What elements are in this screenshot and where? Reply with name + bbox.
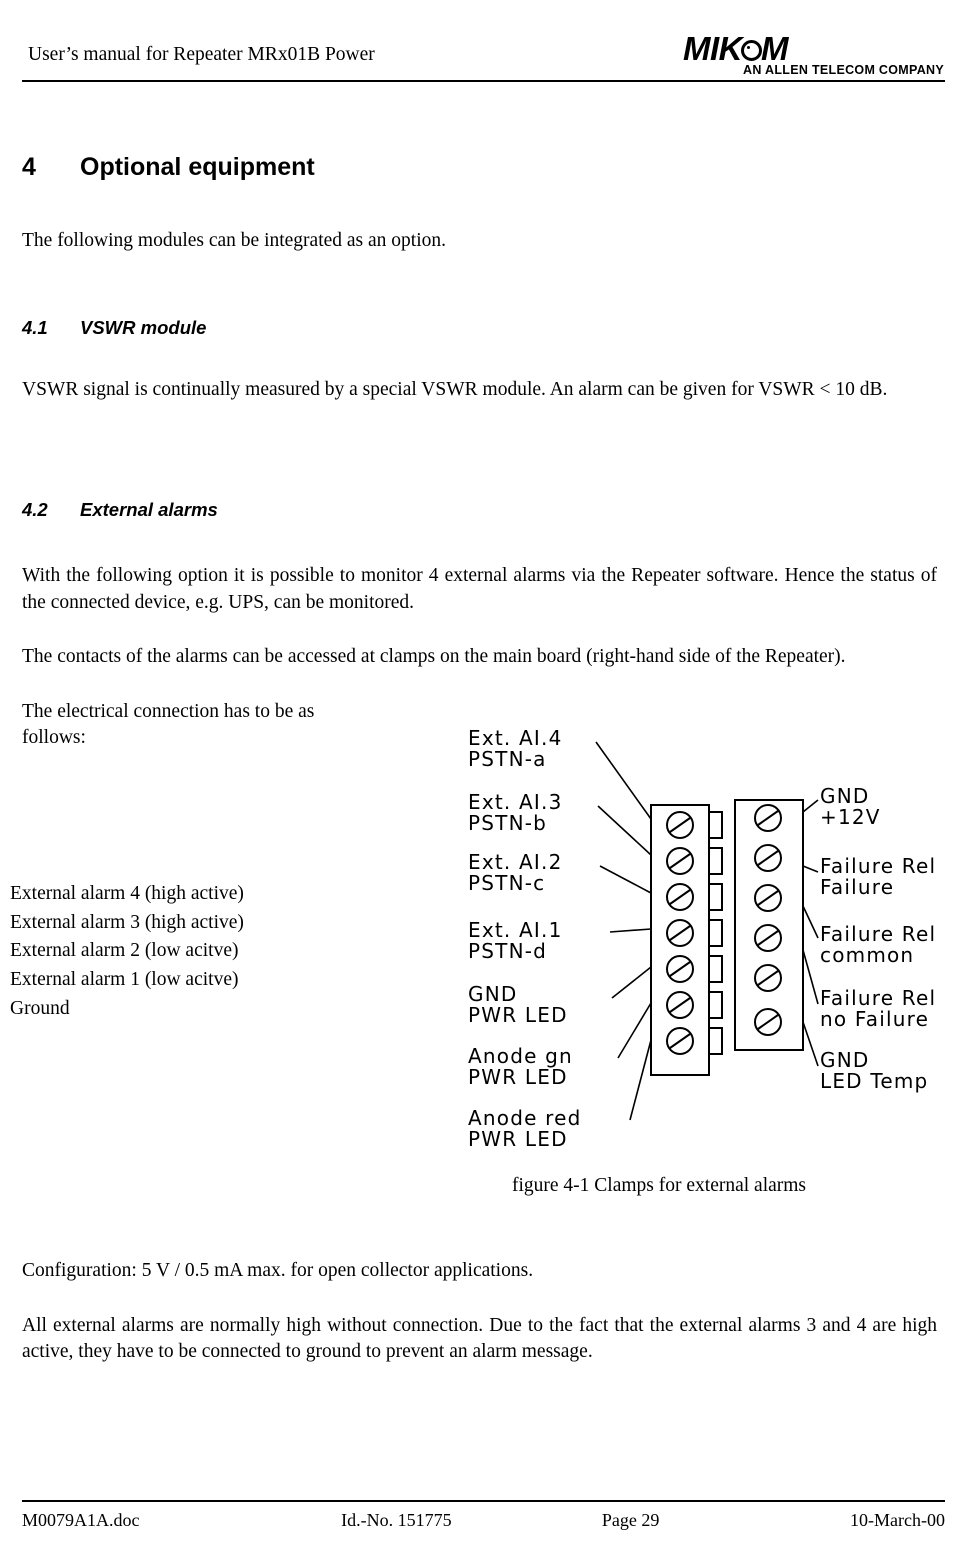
footer-page-number: Page 29 [601,1510,660,1530]
section-4-1-paragraph: VSWR signal is continually measured by a… [22,378,888,400]
header-title: User’s manual for Repeater MRx01B Power [28,44,375,65]
chapter-intro-paragraph: The following modules can be integrated … [22,230,447,251]
figure-left-label-4: Ext. AI.1 PSTN-d [468,918,563,963]
footer-date: 10-March-00 [850,1510,945,1530]
list-item: External alarm 3 (high active) [10,911,244,933]
figure-left-label-7: Anode red PWR LED [468,1106,582,1151]
chapter-heading: 4 Optional equipment [22,153,945,182]
logo-text-part1: MIK [683,30,743,67]
footer-divider [22,1500,945,1502]
list-item: External alarm 4 (high active) [10,883,244,904]
figure-left-label-2: Ext. AI.3 PSTN-b [468,790,563,835]
section-4-2-paragraph-1: With the following option it is possible… [22,565,937,613]
section-4-1-number: 4.1 [22,316,48,338]
logo-subtitle: AN ALLEN TELECOM COMPANY [743,63,944,77]
chapter-number: 4 [22,153,36,181]
section-4-2-paragraph-3: The electrical connection has to be as f… [22,700,315,749]
figure-right-label-2: Failure Rel Failure [820,854,937,899]
section-4-2-paragraph-4: Configuration: 5 V / 0.5 mA max. for ope… [22,1260,534,1281]
page-header: User’s manual for Repeater MRx01B Power … [22,30,945,82]
section-4-1-heading: 4.1 VSWR module [22,317,945,339]
chapter-title: Optional equipment [80,153,315,181]
external-alarm-label-list: External alarm 4 (high active) External … [10,880,340,1023]
footer-doc-name: M0079A1A.doc [22,1510,140,1530]
figure-right-label-1: GND +12V [820,784,881,829]
section-4-1-title: VSWR module [80,316,207,338]
footer-id-number: Id.-No. 151775 [341,1510,452,1530]
logo-text-part2: M [761,30,789,67]
figure-left-label-3: Ext. AI.2 PSTN-c [468,850,563,895]
figure-left-label-5: GND PWR LED [468,982,568,1027]
figure-caption: figure 4-1 Clamps for external alarms [512,1175,807,1196]
section-4-2-title: External alarms [80,499,218,521]
figure-right-label-4: Failure Rel no Failure [820,986,937,1031]
section-4-2-paragraph-5: All external alarms are normally high wi… [22,1314,937,1363]
company-logo: MIK M AN ALLEN TELECOM COMPANY [683,30,945,78]
section-4-2-heading: 4.2 External alarms [22,499,945,521]
section-4-2-paragraph-2: The contacts of the alarms can be access… [22,646,846,668]
post-figure-text: Configuration: 5 V / 0.5 mA max. for ope… [22,1258,945,1366]
list-item: External alarm 1 (low acitve) [10,968,239,990]
figure-left-label-6: Anode gn PWR LED [468,1044,573,1089]
section-4-2-number: 4.2 [22,499,48,521]
list-item: Ground [10,997,70,1019]
document-body: 4 Optional equipment The following module… [22,95,945,752]
logo-dot-icon [741,40,762,61]
figure-right-label-3: Failure Rel common [820,922,937,967]
figure-right-label-5: GND LED Temp [820,1048,929,1093]
list-item: External alarm 2 (low acitve) [10,940,239,962]
header-divider [22,80,945,82]
